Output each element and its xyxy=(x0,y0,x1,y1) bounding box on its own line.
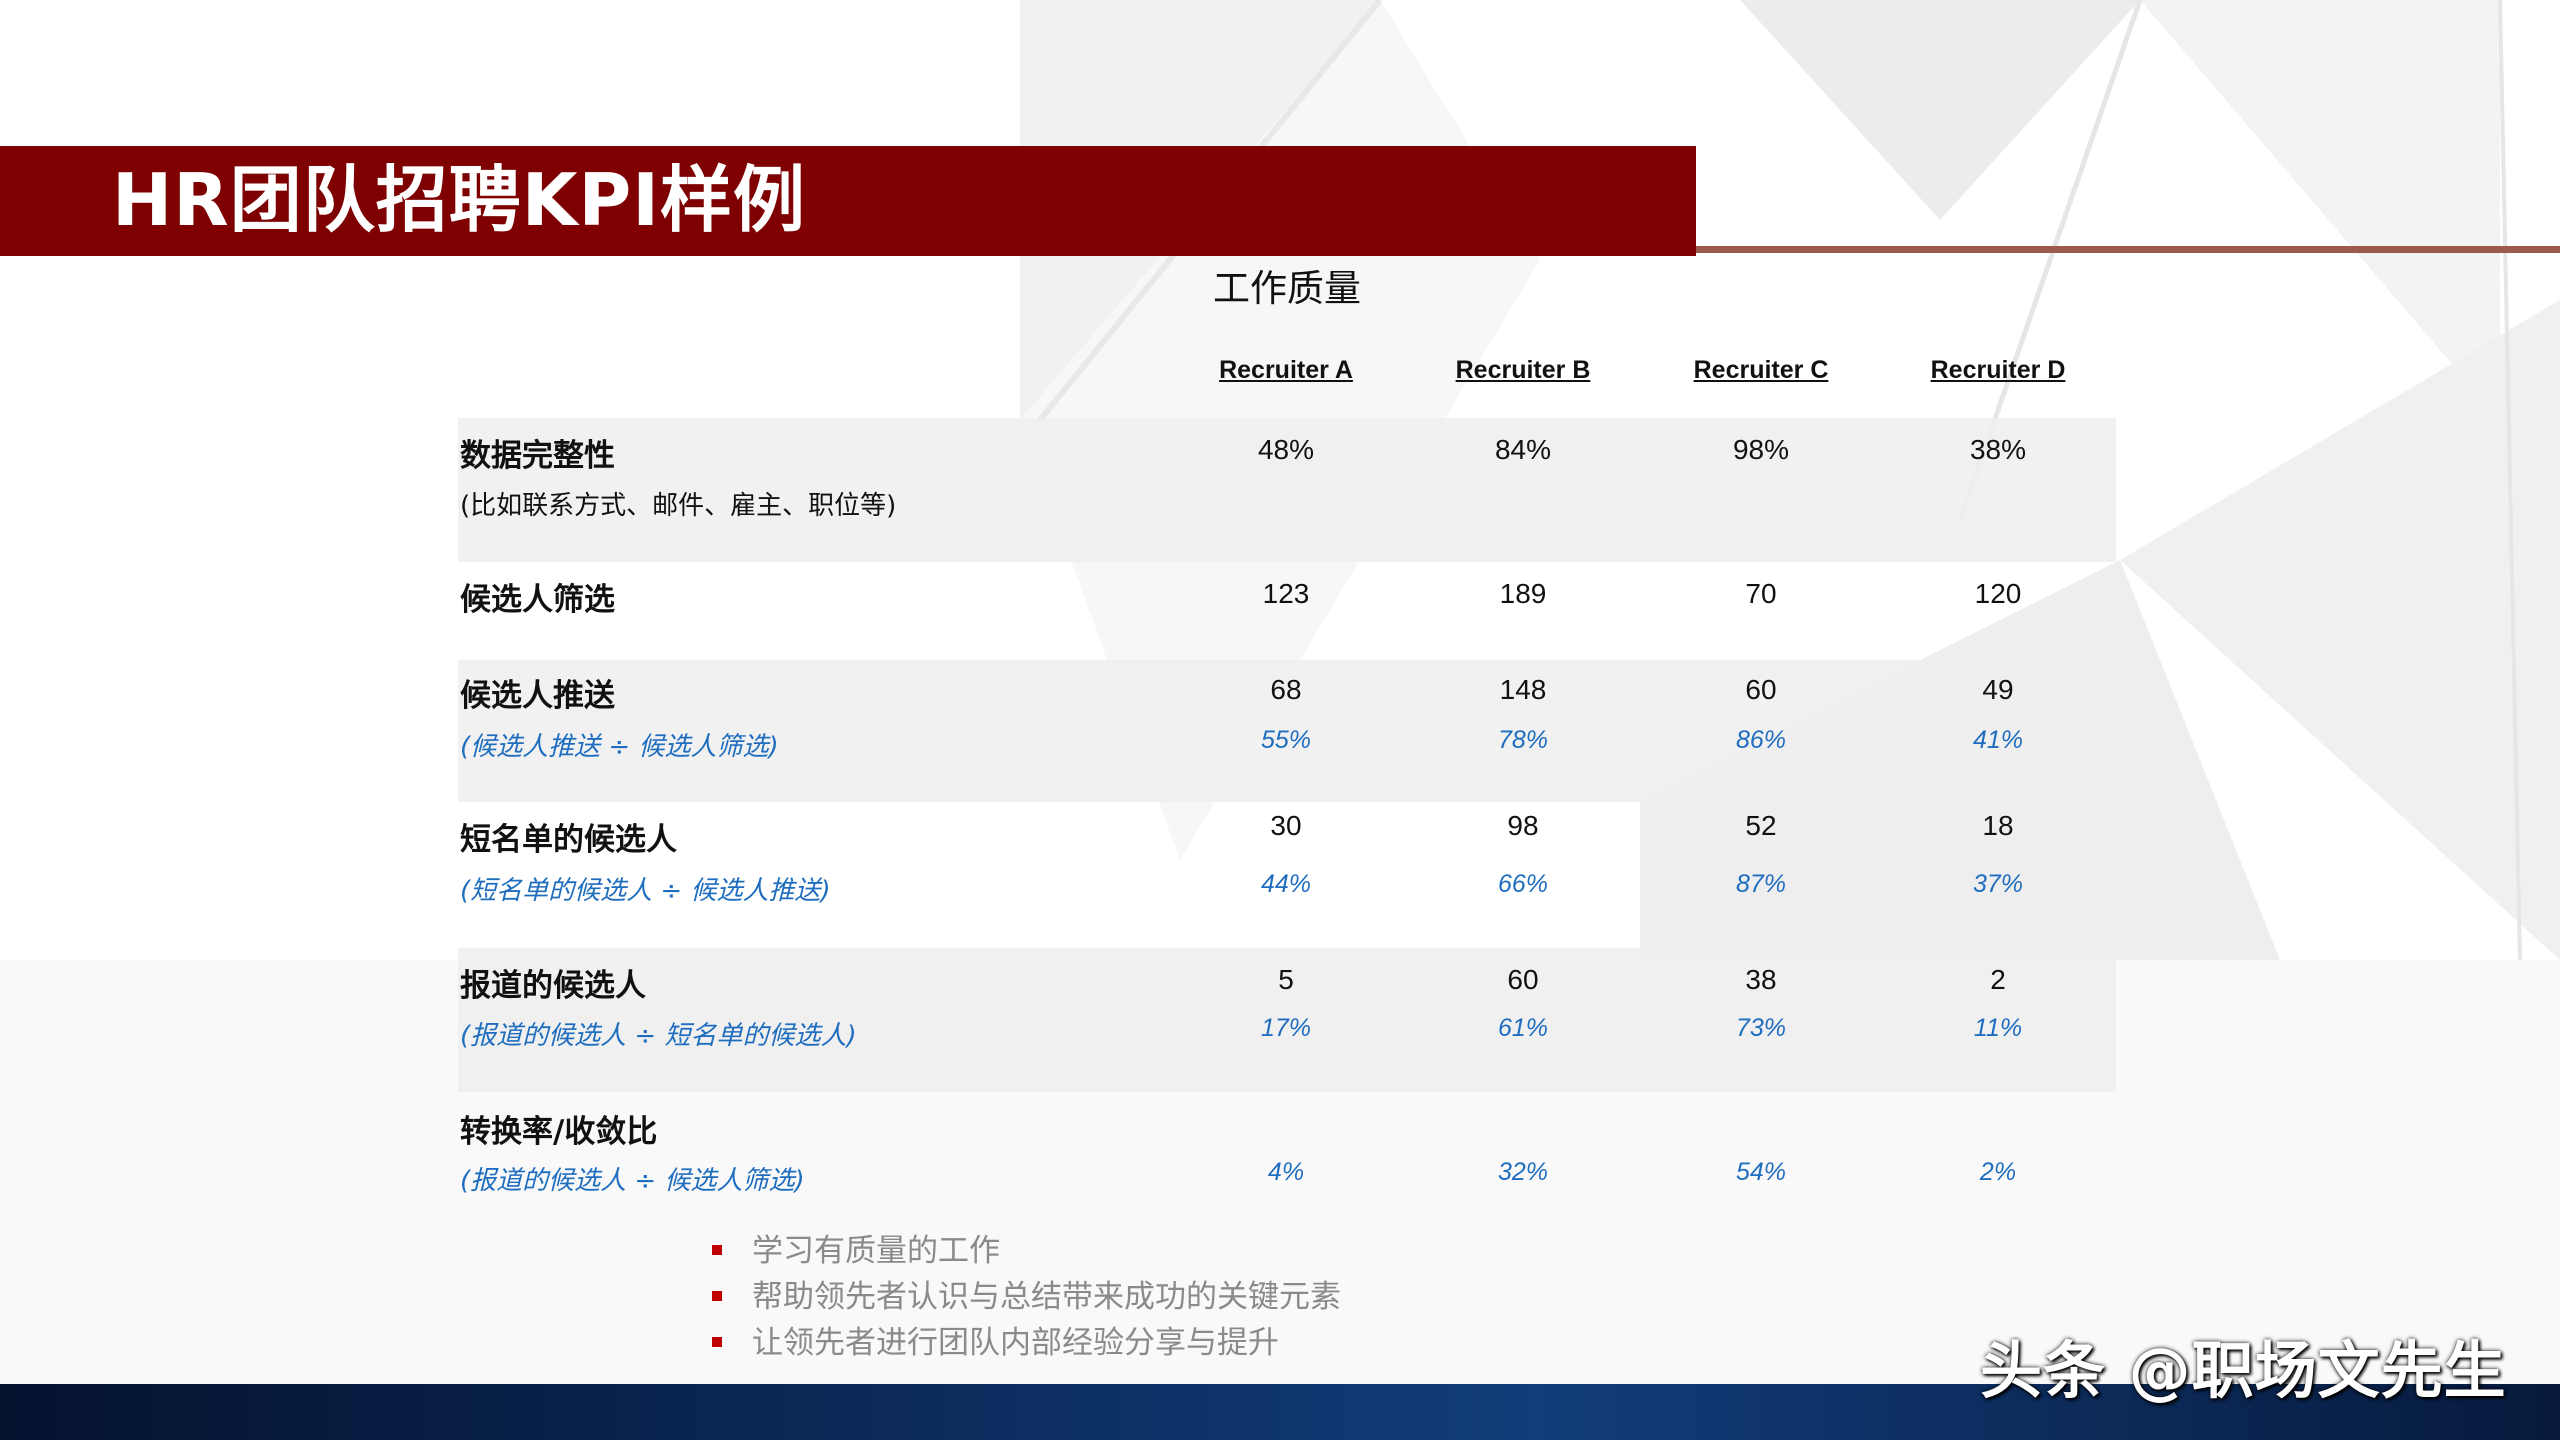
row-sub: (报道的候选人 ÷ 候选人筛选) xyxy=(460,1166,805,1196)
row-sub: (候选人推送 ÷ 候选人筛选) xyxy=(460,732,779,762)
table-cell-pct: 86% xyxy=(1735,726,1787,754)
table-cell-pct: 11% xyxy=(1973,1014,2023,1042)
table-cell: 60 xyxy=(1745,674,1777,705)
bullet-text: 学习有质量的工作 xyxy=(752,1233,1000,1269)
slide-title: HR团队招聘KPI样例 xyxy=(112,158,807,242)
bullet-square-icon xyxy=(712,1337,722,1347)
bullet-square-icon xyxy=(712,1291,722,1301)
table-cell: 48% xyxy=(1257,434,1315,465)
table-cell-pct: 4% xyxy=(1267,1158,1305,1186)
table-cell-pct: 44% xyxy=(1260,870,1312,898)
title-rule xyxy=(1696,246,2560,253)
bullet-text: 让领先者进行团队内部经验分享与提升 xyxy=(752,1325,1279,1361)
table-cell: 70 xyxy=(1745,578,1777,609)
table-cell: 98% xyxy=(1732,434,1790,465)
slide: HR团队招聘KPI样例 工作质量 Recruiter A Recruiter B… xyxy=(0,0,2560,1440)
table-cell-pct: 61% xyxy=(1497,1014,1549,1042)
watermark: 头条 @职场文先生 xyxy=(1980,1334,2507,1407)
table-cell: 38% xyxy=(1969,434,2027,465)
row-label: 候选人推送 xyxy=(460,678,615,714)
table-cell-pct: 2% xyxy=(1979,1158,2017,1186)
table-cell: 84% xyxy=(1494,434,1552,465)
table-cell: 18 xyxy=(1982,810,2014,841)
row-label: 候选人筛选 xyxy=(460,582,615,618)
column-header-a: Recruiter A xyxy=(1219,356,1353,384)
bullet-list: 学习有质量的工作 帮助领先者认识与总结带来成功的关键元素 让领先者进行团队内部经… xyxy=(712,1228,1341,1366)
row-label: 短名单的候选人 xyxy=(460,822,677,858)
table-cell: 49 xyxy=(1982,674,2014,705)
bullet-square-icon xyxy=(712,1245,722,1255)
row-label: 数据完整性 xyxy=(460,438,615,474)
table-cell-pct: 41% xyxy=(1972,726,2024,754)
row-label: 转换率/收敛比 xyxy=(460,1114,658,1150)
table-cell-pct: 87% xyxy=(1735,870,1787,898)
table-cell: 123 xyxy=(1262,578,1310,609)
table-cell-pct: 55% xyxy=(1260,726,1312,754)
bullet-text: 帮助领先者认识与总结带来成功的关键元素 xyxy=(752,1279,1341,1315)
table-cell: 60 xyxy=(1507,964,1539,995)
table-cell: 189 xyxy=(1499,578,1547,609)
table-cell-pct: 73% xyxy=(1735,1014,1787,1042)
table-cell: 98 xyxy=(1507,810,1539,841)
table-cell: 52 xyxy=(1745,810,1777,841)
table-cell-pct: 54% xyxy=(1735,1158,1787,1186)
table-cell-pct: 66% xyxy=(1497,870,1549,898)
table-cell: 68 xyxy=(1270,674,1302,705)
row-sub: (比如联系方式、邮件、雇主、职位等) xyxy=(460,491,897,521)
column-header-c: Recruiter C xyxy=(1693,356,1829,384)
row-sub: (短名单的候选人 ÷ 候选人推送) xyxy=(460,876,831,906)
table-cell: 120 xyxy=(1974,578,2022,609)
table-cell: 148 xyxy=(1499,674,1547,705)
bullet-item: 让领先者进行团队内部经验分享与提升 xyxy=(712,1320,1341,1366)
table-cell-pct: 78% xyxy=(1497,726,1549,754)
table-cell-pct: 32% xyxy=(1497,1158,1549,1186)
row-label: 报道的候选人 xyxy=(460,968,646,1004)
row-sub: (报道的候选人 ÷ 短名单的候选人) xyxy=(460,1021,857,1051)
column-header-b: Recruiter B xyxy=(1455,356,1591,384)
bullet-item: 帮助领先者认识与总结带来成功的关键元素 xyxy=(712,1274,1341,1320)
table-cell: 5 xyxy=(1278,964,1294,995)
table-cell: 30 xyxy=(1270,810,1302,841)
section-heading: 工作质量 xyxy=(1213,267,1361,310)
table-cell: 2 xyxy=(1990,964,2006,995)
table-cell-pct: 37% xyxy=(1972,870,2024,898)
column-header-d: Recruiter D xyxy=(1930,356,2066,384)
table-cell-pct: 17% xyxy=(1260,1014,1312,1042)
table-cell: 38 xyxy=(1745,964,1777,995)
bullet-item: 学习有质量的工作 xyxy=(712,1228,1341,1274)
